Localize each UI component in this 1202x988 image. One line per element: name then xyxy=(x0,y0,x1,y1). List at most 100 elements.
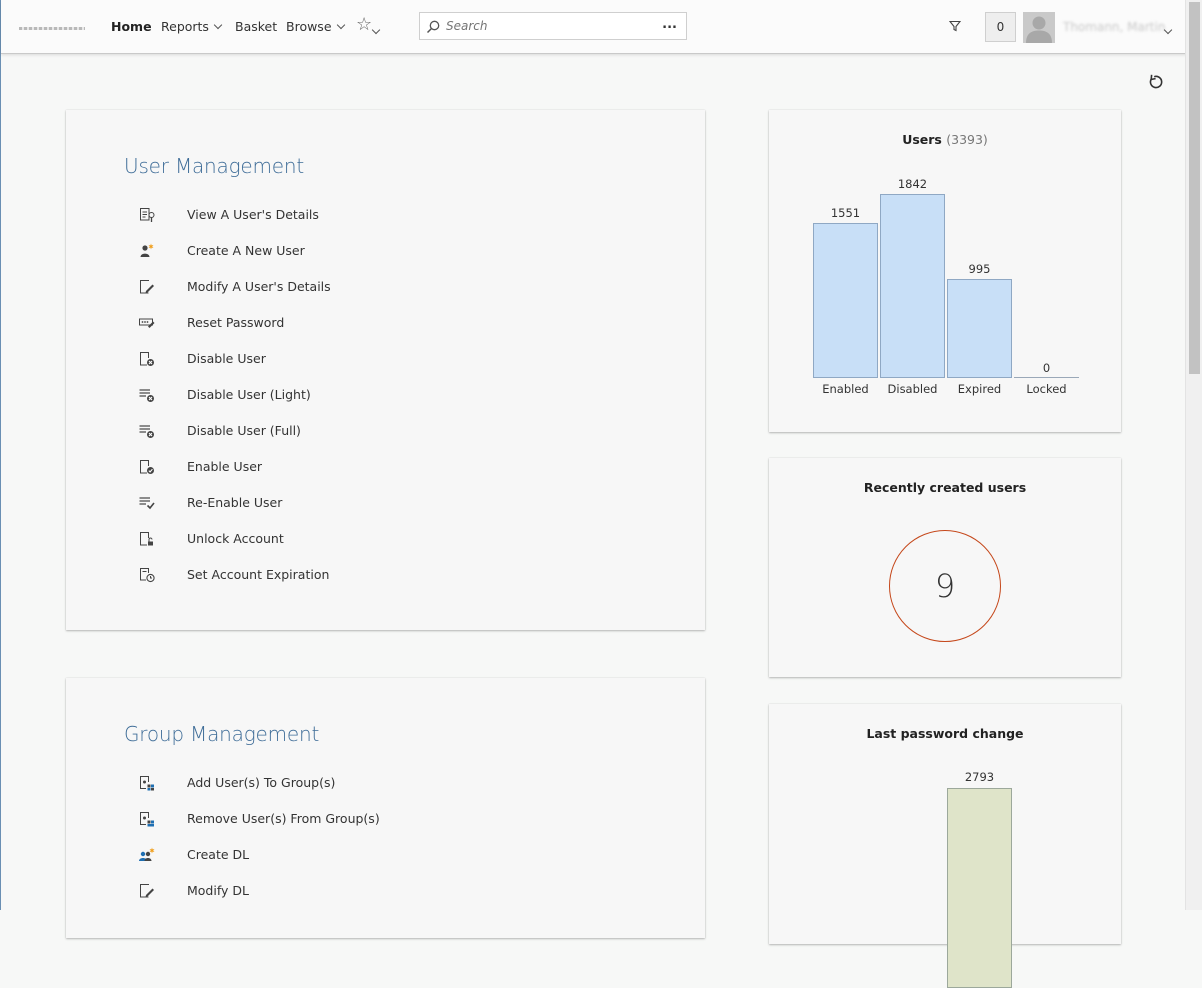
nav-browse[interactable]: Browse xyxy=(286,19,345,34)
search-options-button[interactable]: ... xyxy=(662,17,677,32)
disable-user-icon xyxy=(140,352,154,366)
create-user-action[interactable]: Create A New User xyxy=(138,241,538,261)
enable-user-icon xyxy=(140,460,154,474)
disable-user-light-icon xyxy=(139,389,154,402)
reset-password-icon xyxy=(139,318,155,328)
search-icon xyxy=(426,20,440,34)
set-expiration-icon xyxy=(140,568,155,583)
disable-user-full-icon xyxy=(139,425,154,438)
user-silhouette-icon xyxy=(1026,16,1052,43)
users-bar-disabled[interactable] xyxy=(880,194,945,378)
users-bar-expired[interactable] xyxy=(947,279,1012,378)
users-chart-baseline xyxy=(1014,377,1079,378)
modify-user-action[interactable]: Modify A User's Details xyxy=(138,277,538,297)
basket-counter[interactable]: 0 xyxy=(985,12,1016,42)
users-title-label: Users xyxy=(902,132,942,147)
scrollbar-thumb[interactable] xyxy=(1189,2,1200,374)
action-label: Set Account Expiration xyxy=(187,567,330,582)
add-to-group-icon xyxy=(140,776,154,791)
action-label: Remove User(s) From Group(s) xyxy=(187,811,380,826)
set-expiration-action[interactable]: Set Account Expiration xyxy=(138,565,538,585)
users-total-count: (3393) xyxy=(946,132,988,147)
nav-home[interactable]: Home xyxy=(111,19,152,34)
action-label: View A User's Details xyxy=(187,207,319,222)
view-user-details-icon xyxy=(140,208,155,222)
re-enable-user-icon xyxy=(139,497,155,510)
recent-users-title: Recently created users xyxy=(863,480,1027,495)
unlock-account-action[interactable]: Unlock Account xyxy=(138,529,538,549)
modify-dl-icon xyxy=(140,884,154,898)
nav-reports[interactable]: Reports xyxy=(161,19,223,34)
user-name[interactable]: Thomann, Martin xyxy=(1063,20,1165,34)
action-label: Unlock Account xyxy=(187,531,284,546)
user-management-card: User Management View A User's Details Cr… xyxy=(66,110,705,630)
chevron-down-icon xyxy=(371,25,381,35)
re-enable-user-action[interactable]: Re-Enable User xyxy=(138,493,538,513)
search-box[interactable]: ... xyxy=(419,12,687,40)
action-label: Disable User (Light) xyxy=(187,387,311,402)
disable-user-full-action[interactable]: Disable User (Full) xyxy=(138,421,538,441)
enable-user-action[interactable]: Enable User xyxy=(138,457,538,477)
unlock-account-icon xyxy=(140,532,153,546)
refresh-icon[interactable] xyxy=(1147,73,1165,91)
user-management-title: User Management xyxy=(124,154,304,178)
users-bar-value: 995 xyxy=(968,262,991,276)
password-change-card: Last password change 2793 xyxy=(769,704,1121,988)
action-label: Create A New User xyxy=(187,243,305,258)
nav-basket-label: Basket xyxy=(235,19,278,34)
remove-from-group-action[interactable]: Remove User(s) From Group(s) xyxy=(138,809,538,829)
password-change-bar-value: 2793 xyxy=(964,770,995,784)
chevron-down-icon xyxy=(213,20,223,30)
recent-users-card: Recently created users 9 xyxy=(769,458,1121,677)
password-change-title: Last password change xyxy=(866,726,1024,741)
nav-home-label: Home xyxy=(111,19,152,34)
disable-user-light-action[interactable]: Disable User (Light) xyxy=(138,385,538,405)
action-label: Disable User xyxy=(187,351,266,366)
recent-users-count[interactable]: 9 xyxy=(889,530,1001,642)
users-widget-title: Users (3393) xyxy=(769,132,1121,147)
users-bar-value: 1842 xyxy=(897,177,928,191)
users-bar-category: Locked xyxy=(1026,382,1067,396)
reset-password-action[interactable]: Reset Password xyxy=(138,313,538,333)
top-navigation-bar: Home Reports Basket Browse ☆ ... 0 Thoma… xyxy=(1,0,1187,54)
action-label: Reset Password xyxy=(187,315,285,330)
group-management-title: Group Management xyxy=(124,722,320,746)
user-menu-dropdown[interactable] xyxy=(1163,21,1173,40)
chevron-down-icon xyxy=(336,20,345,30)
nav-browse-label: Browse xyxy=(286,19,332,34)
nav-basket[interactable]: Basket xyxy=(235,19,277,34)
create-user-icon xyxy=(140,243,154,257)
modify-user-icon xyxy=(140,280,154,294)
group-management-card: Group Management Add User(s) To Group(s)… xyxy=(66,678,705,938)
action-label: Re-Enable User xyxy=(187,495,283,510)
users-bar-category: Expired xyxy=(957,382,1002,396)
modify-dl-action[interactable]: Modify DL xyxy=(138,881,538,901)
search-input[interactable] xyxy=(444,18,658,34)
users-bar-category: Enabled xyxy=(822,382,869,396)
users-bar-category: Disabled xyxy=(887,382,938,396)
view-user-details-action[interactable]: View A User's Details xyxy=(138,205,538,225)
star-icon[interactable]: ☆ xyxy=(356,16,372,34)
password-change-bar[interactable] xyxy=(947,788,1012,988)
action-label: Add User(s) To Group(s) xyxy=(187,775,336,790)
disable-user-action[interactable]: Disable User xyxy=(138,349,538,369)
avatar[interactable] xyxy=(1023,12,1055,43)
create-dl-action[interactable]: Create DL xyxy=(138,845,538,865)
users-bar-value: 0 xyxy=(1042,361,1051,375)
remove-from-group-icon xyxy=(140,812,154,827)
action-label: Modify A User's Details xyxy=(187,279,331,294)
favorites-dropdown[interactable] xyxy=(371,21,381,40)
vertical-scrollbar[interactable] xyxy=(1185,0,1202,910)
chevron-down-icon xyxy=(1163,25,1173,35)
action-label: Enable User xyxy=(187,459,263,474)
add-to-group-action[interactable]: Add User(s) To Group(s) xyxy=(138,773,538,793)
create-dl-icon xyxy=(139,847,155,861)
app-logo[interactable] xyxy=(19,27,85,30)
action-label: Modify DL xyxy=(187,883,249,898)
users-bar-enabled[interactable] xyxy=(813,223,878,378)
action-label: Disable User (Full) xyxy=(187,423,301,438)
filter-icon[interactable] xyxy=(949,20,961,32)
users-bar-value: 1551 xyxy=(830,206,861,220)
users-chart-card: Users (3393) 1551 Enabled 1842 Disabled 995 E… xyxy=(769,110,1121,432)
action-label: Create DL xyxy=(187,847,250,862)
